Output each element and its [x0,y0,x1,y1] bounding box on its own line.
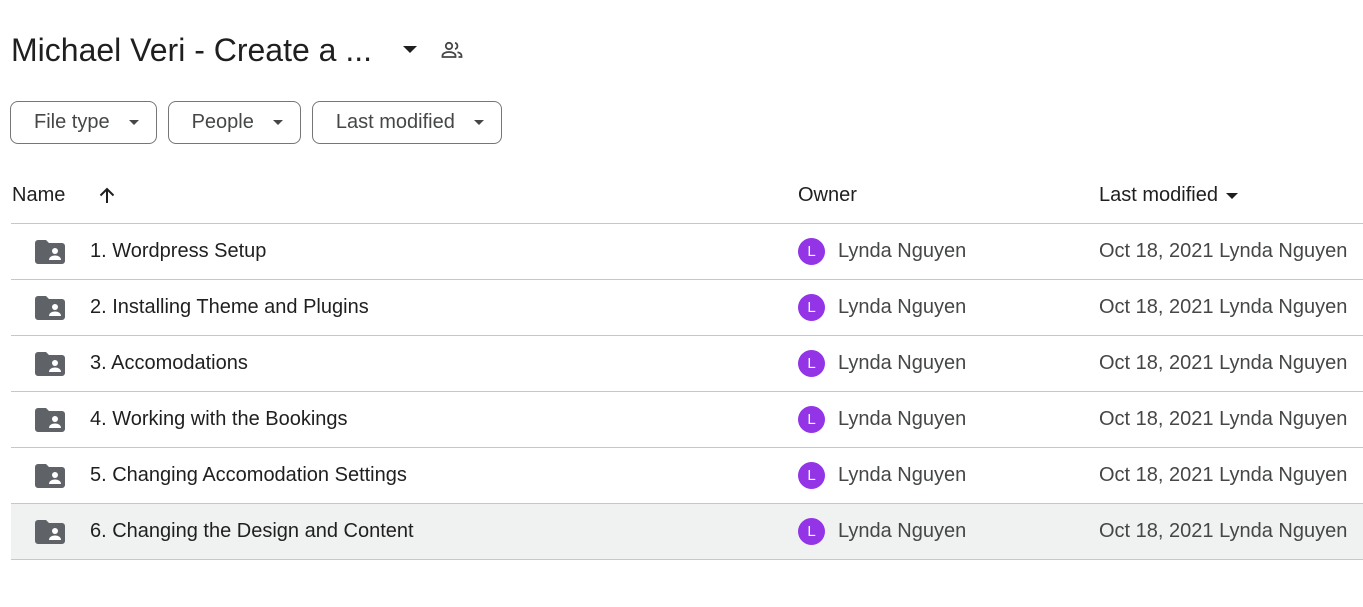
last-modified-cell: Oct 18, 2021 Lynda Nguyen [1099,296,1348,318]
folder-header: Michael Veri - Create a ... [11,26,468,74]
name-column-label: Name [12,184,66,206]
avatar[interactable]: L [798,406,825,433]
owner-name: Lynda Nguyen [838,240,967,262]
last-modified-filter[interactable]: Last modified [311,101,502,144]
shared-folder-icon [35,519,65,545]
arrow-upward-icon[interactable] [95,184,119,208]
last-modified-cell: Oct 18, 2021 Lynda Nguyen [1099,352,1348,374]
table-row[interactable]: 6. Changing the Design and Content L Lyn… [11,504,1363,560]
arrow-drop-down-icon [1224,188,1240,204]
owner-name: Lynda Nguyen [838,352,967,374]
owner-name: Lynda Nguyen [838,296,967,318]
owner-name: Lynda Nguyen [838,464,967,486]
last-modified-filter-label: Last modified [335,111,455,133]
people-filter-label: People [191,111,254,133]
shared-folder-icon [35,239,65,265]
owner-cell: L Lynda Nguyen [798,350,966,377]
table-row[interactable]: 2. Installing Theme and Plugins L Lynda … [11,280,1363,336]
table-row[interactable]: 3. Accomodations L Lynda Nguyen Oct 18, … [11,336,1363,392]
avatar[interactable]: L [798,294,825,321]
arrow-drop-down-icon [270,115,286,131]
owner-name: Lynda Nguyen [838,408,967,430]
last-modified-column-header[interactable]: Last modified [1099,184,1240,207]
owner-cell: L Lynda Nguyen [798,294,966,321]
file-type-filter[interactable]: File type [10,101,157,144]
owner-cell: L Lynda Nguyen [798,238,966,265]
owner-cell: L Lynda Nguyen [798,462,966,489]
owner-cell: L Lynda Nguyen [798,406,966,433]
people-filter[interactable]: People [167,101,301,144]
file-type-filter-label: File type [34,111,110,133]
file-list: Name Owner Last modified 1. Wordpress Se… [11,168,1363,560]
last-modified-cell: Oct 18, 2021 Lynda Nguyen [1099,464,1348,486]
table-row[interactable]: 1. Wordpress Setup L Lynda Nguyen Oct 18… [11,224,1363,280]
last-modified-cell: Oct 18, 2021 Lynda Nguyen [1099,520,1348,542]
people-icon[interactable] [436,34,468,66]
owner-cell: L Lynda Nguyen [798,518,966,545]
last-modified-cell: Oct 18, 2021 Lynda Nguyen [1099,240,1348,262]
name-column-header[interactable]: Name [12,184,119,208]
file-name[interactable]: 2. Installing Theme and Plugins [90,296,369,319]
last-modified-cell: Oct 18, 2021 Lynda Nguyen [1099,408,1348,430]
shared-folder-icon [35,463,65,489]
table-row[interactable]: 4. Working with the Bookings L Lynda Ngu… [11,392,1363,448]
arrow-drop-down-icon [126,115,142,131]
owner-column-header[interactable]: Owner [798,184,857,207]
file-name[interactable]: 5. Changing Accomodation Settings [90,464,407,487]
drive-folder-view: Michael Veri - Create a ... File type Pe… [0,0,1363,607]
arrow-drop-down-icon[interactable] [394,34,426,66]
avatar[interactable]: L [798,518,825,545]
avatar[interactable]: L [798,462,825,489]
folder-title[interactable]: Michael Veri - Create a ... [11,32,372,69]
file-name[interactable]: 1. Wordpress Setup [90,240,266,263]
file-name[interactable]: 3. Accomodations [90,352,248,375]
owner-name: Lynda Nguyen [838,520,967,542]
table-row[interactable]: 5. Changing Accomodation Settings L Lynd… [11,448,1363,504]
arrow-drop-down-icon [471,115,487,131]
filter-chips: File type People Last modified [10,101,502,144]
file-name[interactable]: 4. Working with the Bookings [90,408,348,431]
file-name[interactable]: 6. Changing the Design and Content [90,520,414,543]
avatar[interactable]: L [798,238,825,265]
shared-folder-icon [35,295,65,321]
last-modified-column-label: Last modified [1099,184,1218,206]
shared-folder-icon [35,407,65,433]
table-header: Name Owner Last modified [11,168,1363,224]
avatar[interactable]: L [798,350,825,377]
shared-folder-icon [35,351,65,377]
